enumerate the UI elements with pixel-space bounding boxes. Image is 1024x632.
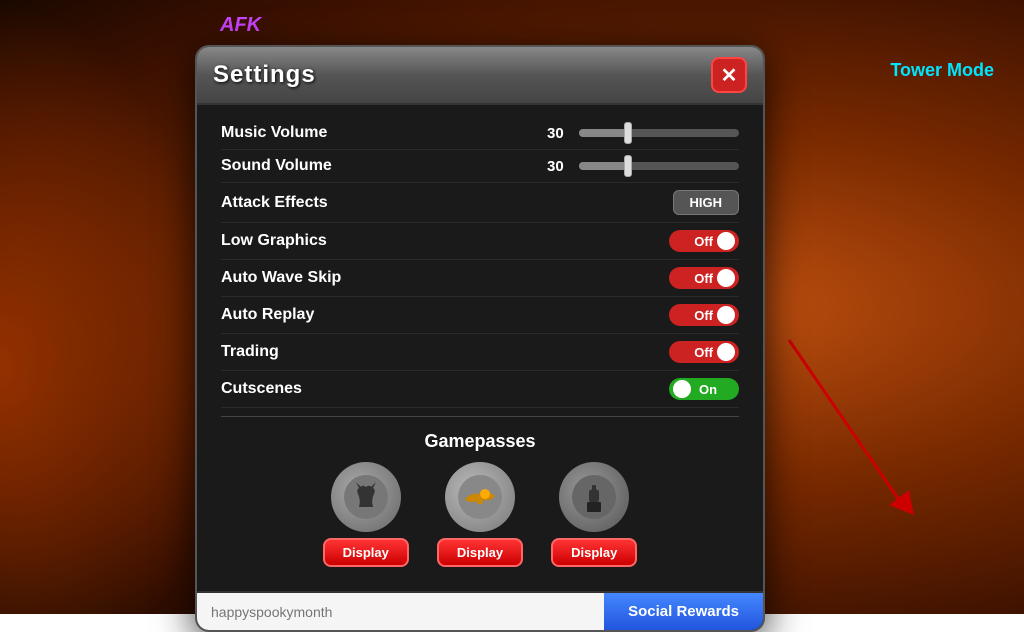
cutscenes-value: On [695,382,717,397]
music-volume-value: 30 [547,125,571,142]
settings-modal: Settings ✕ Music Volume 30 Sound Volume … [195,45,765,632]
auto-wave-skip-row: Auto Wave Skip Off [221,260,739,297]
background-blur [0,0,220,614]
auto-replay-label: Auto Replay [221,306,669,324]
gamepass-icon-3 [559,462,629,532]
cutscenes-label: Cutscenes [221,380,669,398]
cutscenes-toggle[interactable]: On [669,378,739,400]
toggle-circle [717,343,735,361]
gamepass-display-btn-3[interactable]: Display [551,538,637,567]
gamepass-display-btn-1[interactable]: Display [323,538,409,567]
modal-header: Settings ✕ [197,47,763,105]
sound-volume-label: Sound Volume [221,157,547,175]
gamepass-item-1: Display [323,462,409,567]
modal-footer: Social Rewards [197,591,763,630]
toggle-circle [717,232,735,250]
gamepasses-row: Display Display [221,462,739,567]
attack-effects-row: Attack Effects HIGH [221,183,739,223]
auto-replay-value: Off [694,308,713,323]
modal-body: Music Volume 30 Sound Volume 30 [197,105,763,417]
low-graphics-label: Low Graphics [221,232,669,250]
sound-volume-value: 30 [547,158,571,175]
code-input[interactable] [197,593,604,630]
low-graphics-toggle[interactable]: Off [669,230,739,252]
music-volume-row: Music Volume 30 [221,117,739,150]
gamepasses-section: Gamepasses Display [197,423,763,591]
music-volume-track[interactable] [579,129,739,137]
auto-wave-skip-value: Off [694,271,713,286]
modal-title: Settings [213,61,316,89]
gamepass-icon-2 [445,462,515,532]
social-rewards-button[interactable]: Social Rewards [604,593,763,630]
auto-wave-skip-label: Auto Wave Skip [221,269,669,287]
sound-volume-track[interactable] [579,162,739,170]
sound-volume-control[interactable]: 30 [547,158,739,175]
gamepass-display-btn-2[interactable]: Display [437,538,523,567]
trading-value: Off [694,345,713,360]
music-volume-label: Music Volume [221,124,547,142]
attack-effects-label: Attack Effects [221,194,673,212]
music-volume-control[interactable]: 30 [547,125,739,142]
toggle-circle [673,380,691,398]
auto-replay-toggle[interactable]: Off [669,304,739,326]
gamepass-item-2: Display [437,462,523,567]
gamepass-icon-1 [331,462,401,532]
close-button[interactable]: ✕ [711,57,747,93]
attack-effects-toggle[interactable]: HIGH [673,190,740,215]
low-graphics-value: Off [694,234,713,249]
sound-volume-row: Sound Volume 30 [221,150,739,183]
section-divider [221,416,739,417]
low-graphics-row: Low Graphics Off [221,223,739,260]
cutscenes-row: Cutscenes On [221,371,739,408]
trading-label: Trading [221,343,669,361]
tower-mode-label: Tower Mode [890,60,994,81]
toggle-circle [717,269,735,287]
afk-label: AFK [220,14,261,37]
auto-replay-row: Auto Replay Off [221,297,739,334]
gamepass-item-3: Display [551,462,637,567]
toggle-circle [717,306,735,324]
trading-toggle[interactable]: Off [669,341,739,363]
gamepasses-title: Gamepasses [221,431,739,452]
auto-wave-skip-toggle[interactable]: Off [669,267,739,289]
trading-row: Trading Off [221,334,739,371]
